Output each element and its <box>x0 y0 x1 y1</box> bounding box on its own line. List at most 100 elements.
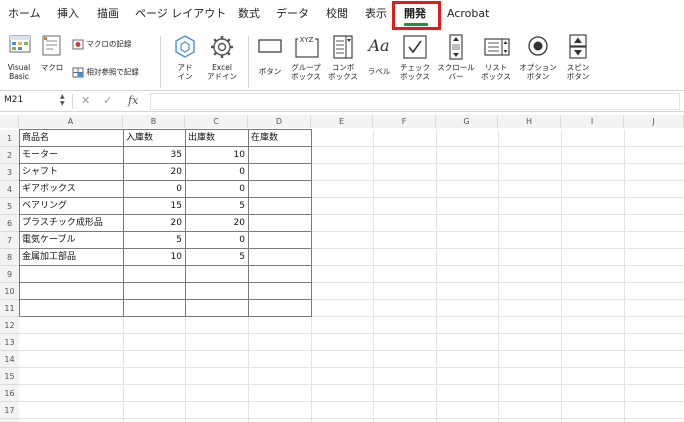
row-header[interactable]: 15 <box>0 368 19 385</box>
table-header-cell[interactable]: 入庫数 <box>126 130 153 147</box>
stock-out-cell[interactable]: 0 <box>185 181 245 198</box>
tab-view[interactable]: 表示 <box>365 7 387 21</box>
row-header[interactable]: 5 <box>0 198 19 215</box>
gridline <box>19 401 684 402</box>
tab-page-layout[interactable]: ページ レイアウト <box>135 7 226 21</box>
stock-in-cell[interactable]: 20 <box>123 164 182 181</box>
row-header[interactable]: 1 <box>0 130 19 147</box>
row-header[interactable]: 7 <box>0 232 19 249</box>
row-header[interactable]: 8 <box>0 249 19 266</box>
product-name-cell[interactable]: 金属加工部品 <box>22 249 76 266</box>
tab-review[interactable]: 校閲 <box>326 7 348 21</box>
check-box-label: チェック ボックス <box>400 63 430 81</box>
table-header-cell[interactable]: 出庫数 <box>188 130 215 147</box>
row-header[interactable]: 12 <box>0 317 19 334</box>
stock-in-cell[interactable]: 20 <box>123 215 182 232</box>
column-header[interactable]: G <box>436 115 498 128</box>
stock-out-cell[interactable]: 5 <box>185 249 245 266</box>
row-header[interactable]: 2 <box>0 147 19 164</box>
spin-button-control[interactable]: スピン ボタン <box>562 32 594 90</box>
form-button-control[interactable]: ボタン <box>254 32 286 90</box>
row-header[interactable]: 6 <box>0 215 19 232</box>
tab-data[interactable]: データ <box>276 7 309 21</box>
row-header[interactable]: 17 <box>0 402 19 419</box>
stock-in-cell[interactable]: 5 <box>123 232 182 249</box>
row-header[interactable]: 4 <box>0 181 19 198</box>
column-header[interactable]: I <box>561 115 624 128</box>
tab-insert[interactable]: 挿入 <box>57 7 79 21</box>
scroll-bar-control[interactable]: スクロール バー <box>436 32 476 90</box>
column-header[interactable]: H <box>498 115 561 128</box>
ribbon-tab-bar: ホーム 挿入 描画 ページ レイアウト 数式 データ 校閲 表示 開発 Acro… <box>0 0 684 30</box>
table-header-cell[interactable]: 商品名 <box>22 130 49 147</box>
excel-window: ホーム 挿入 描画 ページ レイアウト 数式 データ 校閲 表示 開発 Acro… <box>0 0 684 422</box>
excel-addins-label: Excel アドイン <box>207 63 237 81</box>
product-name-cell[interactable]: シャフト <box>22 164 58 181</box>
check-box-control[interactable]: チェック ボックス <box>396 32 434 90</box>
product-name-cell[interactable]: プラスチック成形品 <box>22 215 103 232</box>
gridline <box>19 384 684 385</box>
stock-in-cell[interactable]: 35 <box>123 147 182 164</box>
product-name-cell[interactable]: 電気ケーブル <box>22 232 75 249</box>
insert-function-icon[interactable]: fx <box>128 94 138 107</box>
group-box-label: グループ ボックス <box>291 63 321 81</box>
product-name-cell[interactable]: ベアリング <box>22 198 67 215</box>
name-box-dropdown-icon[interactable]: ▲ ▼ <box>60 93 65 107</box>
row-header[interactable]: 14 <box>0 351 19 368</box>
excel-addins-button[interactable]: Excel アドイン <box>203 32 241 90</box>
product-name-cell[interactable]: ギアボックス <box>22 181 76 198</box>
row-header[interactable]: 9 <box>0 266 19 283</box>
tab-home[interactable]: ホーム <box>8 7 41 21</box>
select-all-corner[interactable] <box>0 115 19 128</box>
row-header[interactable]: 10 <box>0 283 19 300</box>
record-macro-button[interactable]: マクロの記録 <box>72 39 131 50</box>
option-button-control[interactable]: オプション ボタン <box>516 32 560 90</box>
column-header[interactable]: E <box>311 115 373 128</box>
group-box-icon-text: XYZ <box>300 36 314 44</box>
tab-acrobat[interactable]: Acrobat <box>447 7 489 21</box>
combo-box-label: コンボ ボックス <box>328 63 358 81</box>
column-header[interactable]: D <box>248 115 311 128</box>
stock-in-cell[interactable]: 15 <box>123 198 182 215</box>
row-header[interactable]: 3 <box>0 164 19 181</box>
stock-out-cell[interactable]: 10 <box>185 147 245 164</box>
column-header[interactable]: B <box>123 115 185 128</box>
column-header[interactable]: J <box>624 115 684 128</box>
worksheet-grid[interactable]: ABCDEFGHIJ123456789101112131415161718商品名… <box>0 112 684 422</box>
product-name-cell[interactable]: モーター <box>22 147 58 164</box>
table-border <box>19 282 312 283</box>
label-control-icon: Aa <box>368 36 390 55</box>
formula-input[interactable] <box>150 93 680 110</box>
tab-draw[interactable]: 描画 <box>97 7 119 21</box>
column-header[interactable]: F <box>373 115 436 128</box>
confirm-icon[interactable]: ✓ <box>103 94 112 107</box>
row-header[interactable]: 11 <box>0 300 19 317</box>
stock-out-cell[interactable]: 20 <box>185 215 245 232</box>
cancel-icon[interactable]: ✕ <box>81 94 90 107</box>
button-control-label: ボタン <box>258 67 282 76</box>
stock-out-cell[interactable]: 0 <box>185 232 245 249</box>
addins-button[interactable]: アド イン <box>171 32 199 90</box>
gridline <box>373 130 374 422</box>
combo-box-control[interactable]: コンボ ボックス <box>326 32 360 90</box>
row-header[interactable]: 16 <box>0 385 19 402</box>
table-header-cell[interactable]: 在庫数 <box>251 130 278 147</box>
row-header[interactable]: 13 <box>0 334 19 351</box>
tab-formulas[interactable]: 数式 <box>238 7 260 21</box>
relative-reference-button[interactable]: 相対参照で記録 <box>72 67 139 78</box>
stock-out-cell[interactable]: 0 <box>185 164 245 181</box>
group-box-control[interactable]: XYZ グループ ボックス <box>288 32 324 90</box>
stock-in-cell[interactable]: 10 <box>123 249 182 266</box>
relative-reference-label: 相対参照で記録 <box>86 67 139 77</box>
gridline <box>498 130 499 422</box>
name-box[interactable]: M21 <box>4 95 23 105</box>
label-control[interactable]: Aa ラベル <box>364 32 394 90</box>
list-box-control[interactable]: リスト ボックス <box>478 32 514 90</box>
relative-reference-icon <box>72 67 84 78</box>
visual-basic-button[interactable]: Visual Basic <box>2 32 36 90</box>
column-header[interactable]: C <box>185 115 248 128</box>
stock-in-cell[interactable]: 0 <box>123 181 182 198</box>
column-header[interactable]: A <box>19 115 123 128</box>
macro-button[interactable]: マクロ <box>38 32 66 90</box>
stock-out-cell[interactable]: 5 <box>185 198 245 215</box>
